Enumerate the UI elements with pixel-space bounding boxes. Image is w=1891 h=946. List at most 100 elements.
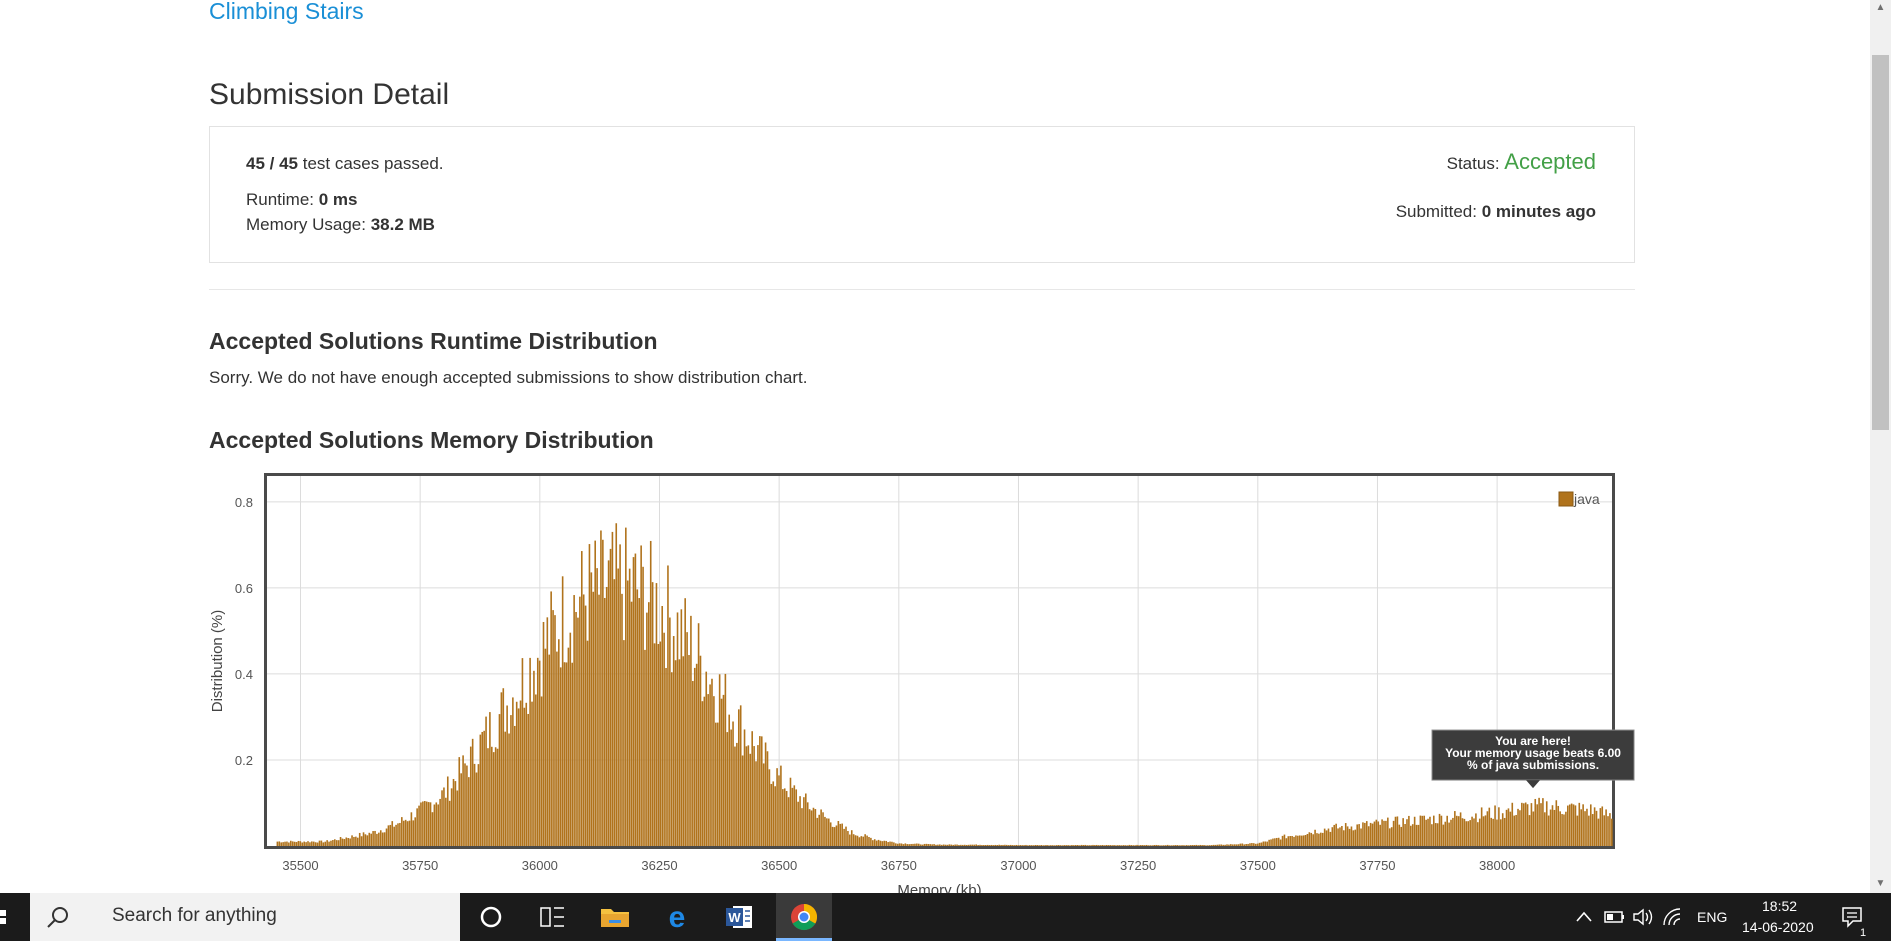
histogram-bar [1235,844,1238,846]
histogram-bar [387,825,390,846]
histogram-bar [858,837,861,846]
histogram-bar [1153,845,1156,846]
wifi-icon[interactable] [1662,907,1684,927]
histogram-bar [630,601,633,846]
histogram-bar [977,844,979,846]
histogram-bar [646,612,648,846]
histogram-bar [1584,811,1586,846]
histogram-bar [358,832,361,846]
show-hidden-icons-chevron-icon[interactable] [1574,907,1594,927]
histogram-bar [967,844,970,846]
histogram-bar [1298,835,1301,846]
histogram-bar [525,702,528,846]
histogram-bar [684,598,686,846]
histogram-bar [406,821,409,846]
histogram-bar [1400,826,1403,846]
histogram-bar [322,842,325,846]
histogram-bar [979,844,981,846]
histogram-bar [1145,844,1148,846]
histogram-bar [276,841,279,846]
histogram-bar [1078,845,1081,846]
histogram-bar [709,684,711,846]
histogram-bar [582,594,585,846]
taskbar-clock-time[interactable]: 18:52 [1762,898,1797,914]
histogram-bar [1097,845,1100,846]
histogram-bar [776,768,778,846]
histogram-bar [1586,808,1588,846]
status-line: Status: Accepted [1447,149,1596,175]
histogram-bar [1088,845,1090,846]
histogram-bar [931,844,933,846]
cortana-button[interactable] [466,893,516,941]
histogram-bar [1454,811,1456,846]
histogram-bar [697,623,700,846]
histogram-bar [929,844,932,846]
histogram-bar [1599,808,1602,846]
histogram-bar [1343,830,1345,846]
histogram-bar [341,838,344,846]
battery-icon[interactable] [1604,907,1626,927]
input-language-indicator[interactable]: ENG [1697,909,1727,925]
histogram-bar [686,632,688,846]
memory-distribution-chart[interactable]: 35500 35750 36000 36250 36500 36750 37000 37250… [200,470,1650,893]
histogram-bar [663,632,665,846]
histogram-bar [1157,845,1159,846]
task-view-button[interactable] [527,893,577,941]
histogram-bar [1522,803,1525,846]
histogram-bar [1375,819,1378,846]
histogram-bar [732,721,734,846]
histogram-bar [1356,824,1359,846]
histogram-bar [856,835,859,846]
taskbar-search-box[interactable]: Search for anything [30,893,460,941]
histogram-bar [1019,845,1022,846]
histogram-bar [734,746,736,846]
start-button[interactable] [0,893,30,941]
scrollbar-thumb[interactable] [1872,55,1889,430]
histogram-bar [1090,845,1092,846]
scroll-up-icon[interactable]: ▲ [1874,2,1887,13]
histogram-bar [1316,833,1318,846]
histogram-bar [793,785,796,846]
histogram-bar [1588,815,1590,846]
word-button[interactable]: W [714,893,764,941]
histogram-bar [609,548,612,846]
status-badge[interactable]: Accepted [1504,149,1596,174]
histogram-bar [1182,845,1184,846]
taskbar-clock-date[interactable]: 14-06-2020 [1742,919,1814,935]
histogram-bar [1589,804,1592,846]
scroll-down-icon[interactable]: ▼ [1874,878,1887,889]
histogram-bar [699,655,702,846]
histogram-bar [460,773,462,846]
histogram-bar [299,841,302,846]
file-explorer-button[interactable] [590,893,640,941]
histogram-bar [996,845,999,846]
histogram-bar [416,808,418,846]
histogram-bar [868,837,870,846]
histogram-bar [510,715,512,846]
histogram-bar [808,809,811,846]
histogram-bar [556,651,558,846]
histogram-bar [841,823,843,846]
histogram-bar [634,553,637,846]
chrome-button[interactable] [776,893,832,941]
histogram-bar [506,705,508,846]
histogram-bar [546,617,549,846]
histogram-bar [797,801,799,846]
histogram-bar [533,670,535,846]
edge-browser-button[interactable]: e [652,893,702,941]
histogram-bar [441,790,443,846]
histogram-bar [1105,844,1108,846]
histogram-bar [1567,805,1569,846]
problem-title-link[interactable]: Climbing Stairs [209,0,364,25]
histogram-bar [1228,844,1230,846]
histogram-bar [743,729,746,846]
histogram-bar [1358,824,1360,846]
chrome-icon [791,903,818,931]
volume-icon[interactable] [1632,907,1656,927]
histogram-bar [1580,809,1583,846]
y-tick-label: 0.8 [235,495,253,510]
histogram-bar [1051,845,1054,846]
histogram-bar [806,802,809,846]
histogram-bar [1009,844,1012,846]
notification-center-icon[interactable] [1840,905,1864,929]
